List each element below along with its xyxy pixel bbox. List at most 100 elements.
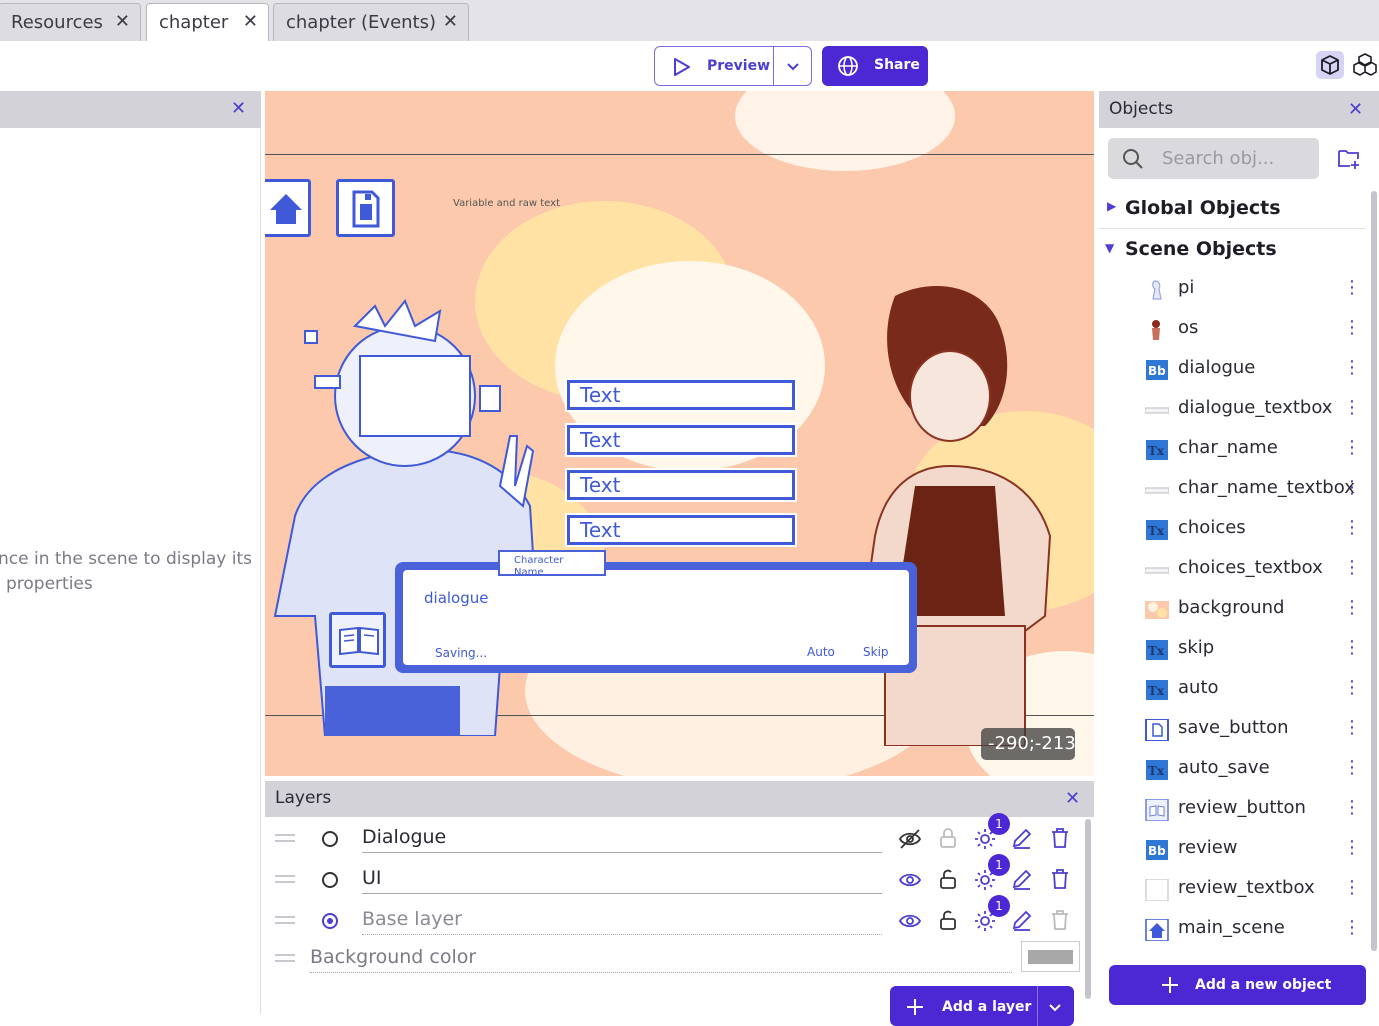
3d-editor-button[interactable] <box>1316 51 1344 79</box>
layer-radio[interactable] <box>322 872 338 888</box>
object-item-save-button[interactable]: save_button ⋮ <box>1099 709 1361 749</box>
layer-name[interactable]: Base layer <box>362 908 882 935</box>
tab-chapter[interactable]: chapter ✕ <box>146 3 269 42</box>
object-item-os[interactable]: os ⋮ <box>1099 309 1361 349</box>
review-button-object[interactable] <box>329 612 386 668</box>
more-options-icon[interactable]: ⋮ <box>1343 477 1361 498</box>
object-item-review[interactable]: Bb review ⋮ <box>1099 829 1361 869</box>
drag-handle-icon[interactable] <box>275 875 295 883</box>
char-name-textbox[interactable]: Character Name <box>498 550 606 576</box>
layer-radio[interactable] <box>322 831 338 847</box>
layer-row-base[interactable]: Base layer 1 <box>265 895 1085 940</box>
more-options-icon[interactable]: ⋮ <box>1343 437 1361 458</box>
tab-resources[interactable]: Resources ✕ <box>0 3 141 41</box>
layer-radio-selected[interactable] <box>322 913 338 929</box>
dialogue-text[interactable]: dialogue <box>424 589 488 607</box>
choice-textbox[interactable]: Text <box>567 380 795 410</box>
raw-text-object[interactable]: Variable and raw text <box>453 198 560 209</box>
more-options-icon[interactable]: ⋮ <box>1343 277 1361 298</box>
drag-handle-icon[interactable] <box>275 834 295 842</box>
close-icon[interactable]: ✕ <box>243 11 258 32</box>
more-options-icon[interactable]: ⋮ <box>1343 797 1361 818</box>
saving-text[interactable]: Saving... <box>435 646 487 660</box>
add-folder-icon[interactable] <box>1337 146 1361 170</box>
choice-textbox[interactable]: Text <box>567 470 795 500</box>
more-options-icon[interactable]: ⋮ <box>1343 317 1361 338</box>
object-item-char-name-textbox[interactable]: char_name_textbox ⋮ <box>1099 469 1361 509</box>
layers-scrollbar[interactable] <box>1085 819 1091 999</box>
object-item-char-name[interactable]: Tx char_name ⋮ <box>1099 429 1361 469</box>
more-options-icon[interactable]: ⋮ <box>1343 837 1361 858</box>
more-options-icon[interactable]: ⋮ <box>1343 517 1361 538</box>
search-input[interactable]: Search obj... <box>1108 138 1319 179</box>
object-item-dialogue-textbox[interactable]: dialogue_textbox ⋮ <box>1099 389 1361 429</box>
layer-name[interactable]: UI <box>362 867 882 894</box>
eye-icon[interactable] <box>898 910 922 932</box>
more-options-icon[interactable]: ⋮ <box>1343 717 1361 738</box>
eye-off-icon[interactable] <box>898 828 922 850</box>
preview-options-button[interactable] <box>773 46 812 86</box>
trash-icon[interactable] <box>1050 827 1070 849</box>
edit-icon[interactable] <box>1011 868 1033 890</box>
more-options-icon[interactable]: ⋮ <box>1343 757 1361 778</box>
text-icon: Tx <box>1146 760 1168 780</box>
skip-text[interactable]: Skip <box>863 645 889 659</box>
background-color-swatch[interactable] <box>1021 941 1080 972</box>
object-item-review-button[interactable]: review_button ⋮ <box>1099 789 1361 829</box>
edit-icon[interactable] <box>1011 909 1033 931</box>
object-item-pi[interactable]: pi ⋮ <box>1099 269 1361 309</box>
object-item-choices-textbox[interactable]: choices_textbox ⋮ <box>1099 549 1361 589</box>
edit-icon[interactable] <box>1011 827 1033 849</box>
object-item-dialogue[interactable]: Bb dialogue ⋮ <box>1099 349 1361 389</box>
preview-button[interactable]: Preview <box>654 46 774 86</box>
close-icon[interactable]: ✕ <box>1065 788 1080 809</box>
object-item-main-scene[interactable]: main_scene ⋮ <box>1099 909 1361 949</box>
object-item-background[interactable]: background ⋮ <box>1099 589 1361 629</box>
trash-icon[interactable] <box>1050 868 1070 890</box>
object-item-choices[interactable]: Tx choices ⋮ <box>1099 509 1361 549</box>
close-icon[interactable]: ✕ <box>231 98 246 119</box>
text-icon: Tx <box>1146 440 1168 460</box>
choice-textbox[interactable]: Text <box>567 425 795 455</box>
tab-chapter-events[interactable]: chapter (Events) ✕ <box>273 3 469 41</box>
close-icon[interactable]: ✕ <box>1348 99 1363 120</box>
close-icon[interactable]: ✕ <box>115 11 130 32</box>
lock-icon[interactable] <box>938 827 958 849</box>
more-options-icon[interactable]: ⋮ <box>1343 597 1361 618</box>
unlock-icon[interactable] <box>938 909 958 931</box>
objects-scrollbar[interactable] <box>1371 191 1377 951</box>
auto-text[interactable]: Auto <box>807 645 835 659</box>
global-objects-group[interactable]: ▶ Global Objects <box>1099 189 1365 229</box>
object-item-auto-save[interactable]: Tx auto_save ⋮ <box>1099 749 1361 789</box>
scene-canvas[interactable]: Variable and raw text Text Text Text Tex… <box>265 91 1094 776</box>
object-item-auto[interactable]: Tx auto ⋮ <box>1099 669 1361 709</box>
close-icon[interactable]: ✕ <box>443 11 458 32</box>
layer-name[interactable]: Dialogue <box>362 826 882 853</box>
add-layer-button[interactable]: Add a layer <box>890 986 1074 1026</box>
more-options-icon[interactable]: ⋮ <box>1343 877 1361 898</box>
more-options-icon[interactable]: ⋮ <box>1343 637 1361 658</box>
eye-icon[interactable] <box>898 869 922 891</box>
object-item-skip[interactable]: Tx skip ⋮ <box>1099 629 1361 669</box>
scene-objects-group[interactable]: ▼ Scene Objects <box>1099 230 1365 270</box>
more-options-icon[interactable]: ⋮ <box>1343 557 1361 578</box>
dialogue-textbox[interactable]: dialogue Saving... Auto Skip <box>395 562 917 673</box>
layer-row-dialogue[interactable]: Dialogue 1 <box>265 813 1085 858</box>
object-item-review-textbox[interactable]: review_textbox ⋮ <box>1099 869 1361 909</box>
choice-textbox[interactable]: Text <box>567 515 795 545</box>
character-os-sprite[interactable] <box>855 286 1065 746</box>
home-icon <box>270 194 302 224</box>
more-options-icon[interactable]: ⋮ <box>1343 677 1361 698</box>
chevron-down-icon[interactable] <box>1048 1002 1062 1014</box>
more-options-icon[interactable]: ⋮ <box>1343 397 1361 418</box>
save-button-object[interactable] <box>336 179 395 237</box>
more-options-icon[interactable]: ⋮ <box>1343 917 1361 938</box>
instances-button[interactable] <box>1350 51 1379 79</box>
drag-handle-icon[interactable] <box>275 916 295 924</box>
more-options-icon[interactable]: ⋮ <box>1343 357 1361 378</box>
unlock-icon[interactable] <box>938 868 958 890</box>
layer-row-ui[interactable]: UI 1 <box>265 854 1085 899</box>
main-scene-object[interactable] <box>265 179 311 237</box>
add-object-button[interactable]: Add a new object <box>1109 965 1366 1005</box>
share-button[interactable]: Share <box>822 46 928 86</box>
